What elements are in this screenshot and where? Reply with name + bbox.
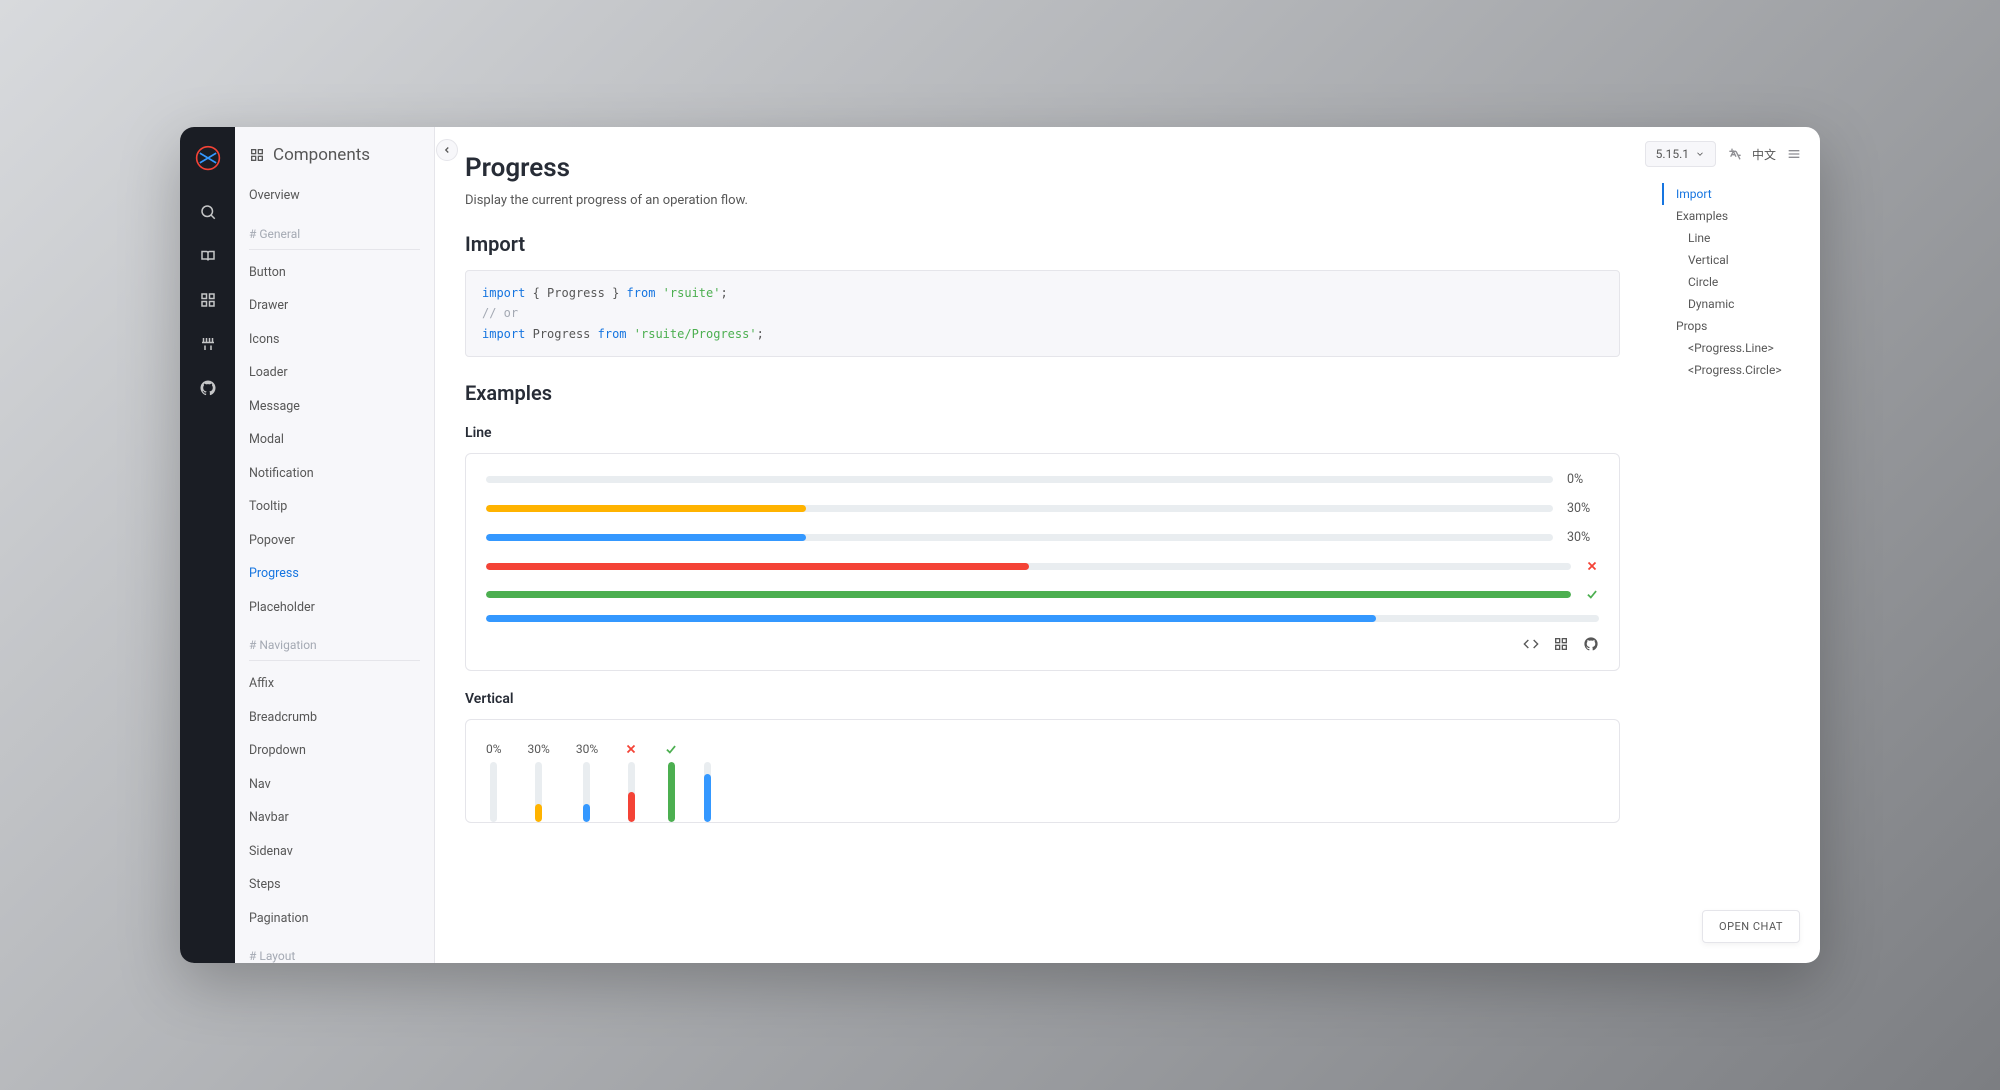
toc-item[interactable]: Circle: [1662, 271, 1802, 293]
sidebar-item-nav[interactable]: Nav: [235, 768, 434, 802]
progress-bar: [486, 505, 1553, 512]
progress-line-row: 30%: [486, 530, 1599, 545]
logo[interactable]: [195, 145, 221, 171]
progress-line-row: [486, 559, 1599, 573]
components-icon[interactable]: [199, 291, 217, 309]
sidebar-item-sidenav[interactable]: Sidenav: [235, 835, 434, 869]
sidebar-item-pagination[interactable]: Pagination: [235, 902, 434, 936]
sidebar-item-placeholder[interactable]: Placeholder: [235, 591, 434, 625]
fail-icon: [1585, 559, 1599, 573]
sidebar-item-popover[interactable]: Popover: [235, 524, 434, 558]
progress-percent-label: 30%: [528, 742, 550, 756]
toc-item[interactable]: Props: [1662, 315, 1802, 337]
progress-percent-label: 0%: [486, 742, 502, 756]
page-subtitle: Display the current progress of an opera…: [465, 193, 1620, 208]
toc-item[interactable]: Dynamic: [1662, 293, 1802, 315]
chevron-down-icon: [1695, 149, 1705, 159]
sidebar-title: Components: [235, 127, 434, 179]
tools-icon[interactable]: [199, 335, 217, 353]
progress-vertical-item: [704, 742, 711, 822]
toc-item[interactable]: Examples: [1662, 205, 1802, 227]
success-icon: [1585, 587, 1599, 601]
toc-item[interactable]: <Progress.Line>: [1662, 337, 1802, 359]
sidebar-item-steps[interactable]: Steps: [235, 868, 434, 902]
progress-line-row: 0%: [486, 472, 1599, 487]
progress-percent-label: 30%: [1567, 530, 1599, 545]
examples-heading: Examples: [465, 381, 1620, 405]
fail-icon: [624, 742, 638, 756]
chevron-left-icon: [442, 145, 452, 155]
progress-line-row: 30%: [486, 501, 1599, 516]
toc-item[interactable]: Line: [1662, 227, 1802, 249]
icon-rail: [180, 127, 235, 963]
sidebar-section-label: # General: [235, 213, 434, 256]
sidebar-section-label: # Navigation: [235, 624, 434, 667]
progress-vertical-bar: [583, 762, 590, 822]
sidebar-item-modal[interactable]: Modal: [235, 423, 434, 457]
progress-vertical-item: 30%: [576, 742, 598, 822]
sidebar-item-drawer[interactable]: Drawer: [235, 289, 434, 323]
sidebar-item-notification[interactable]: Notification: [235, 457, 434, 491]
progress-bar: [486, 476, 1553, 483]
progress-bar: [486, 534, 1553, 541]
progress-line-row: [486, 615, 1599, 622]
sidebar-item-loader[interactable]: Loader: [235, 356, 434, 390]
sidebar-item-dropdown[interactable]: Dropdown: [235, 734, 434, 768]
sidebar-item-navbar[interactable]: Navbar: [235, 801, 434, 835]
lang-toggle[interactable]: 中文: [1752, 146, 1776, 163]
import-code-block: import { Progress } from 'rsuite'; // or…: [465, 270, 1620, 357]
sidebar-item-message[interactable]: Message: [235, 390, 434, 424]
sidebar-item-affix[interactable]: Affix: [235, 667, 434, 701]
sidebar-item-tooltip[interactable]: Tooltip: [235, 490, 434, 524]
table-of-contents: ImportExamplesLineVerticalCircleDynamicP…: [1662, 183, 1802, 381]
sidebar-section-label: # Layout: [235, 935, 434, 963]
progress-percent-label: 0%: [1567, 472, 1599, 487]
github-icon[interactable]: [199, 379, 217, 397]
topbar: 5.15.1 中文: [1645, 141, 1802, 167]
menu-icon[interactable]: [1786, 146, 1802, 162]
success-icon: [664, 742, 678, 756]
page-title: Progress: [465, 153, 1620, 183]
vertical-heading: Vertical: [465, 691, 1620, 707]
guide-icon[interactable]: [199, 247, 217, 265]
toc-item[interactable]: <Progress.Circle>: [1662, 359, 1802, 381]
sidebar: Components Overview # GeneralButtonDrawe…: [235, 127, 435, 963]
progress-vertical-bar: [668, 762, 675, 822]
progress-line-row: [486, 587, 1599, 601]
progress-vertical-item: 0%: [486, 742, 502, 822]
sidebar-item-icons[interactable]: Icons: [235, 323, 434, 357]
progress-vertical-bar: [535, 762, 542, 822]
open-chat-button[interactable]: OPEN CHAT: [1702, 910, 1800, 943]
progress-vertical-bar: [490, 762, 497, 822]
collapse-sidebar-button[interactable]: [436, 139, 458, 161]
vertical-example: 0% 30% 30%: [465, 719, 1620, 823]
sidebar-item-progress[interactable]: Progress: [235, 557, 434, 591]
github-source-icon[interactable]: [1583, 636, 1599, 652]
sidebar-item-overview[interactable]: Overview: [235, 179, 434, 213]
grid-icon: [249, 147, 265, 163]
progress-vertical-item: 30%: [528, 742, 550, 822]
main-content: Progress Display the current progress of…: [435, 127, 1820, 963]
sidebar-item-breadcrumb[interactable]: Breadcrumb: [235, 701, 434, 735]
progress-vertical-bar: [628, 762, 635, 822]
search-icon[interactable]: [199, 203, 217, 221]
sidebar-item-button[interactable]: Button: [235, 256, 434, 290]
progress-vertical-bar: [704, 762, 711, 822]
import-heading: Import: [465, 232, 1620, 256]
progress-vertical-item: [664, 742, 678, 822]
line-example: 0% 30% 30%: [465, 453, 1620, 671]
progress-vertical-item: [624, 742, 638, 822]
sandbox-icon[interactable]: [1553, 636, 1569, 652]
code-icon[interactable]: [1523, 636, 1539, 652]
translate-icon[interactable]: [1726, 146, 1742, 162]
version-select[interactable]: 5.15.1: [1645, 141, 1716, 167]
progress-bar: [486, 591, 1571, 598]
progress-percent-label: 30%: [576, 742, 598, 756]
line-heading: Line: [465, 425, 1620, 441]
progress-bar: [486, 563, 1571, 570]
toc-item[interactable]: Import: [1662, 183, 1802, 205]
progress-percent-label: 30%: [1567, 501, 1599, 516]
progress-bar: [486, 615, 1599, 622]
toc-item[interactable]: Vertical: [1662, 249, 1802, 271]
